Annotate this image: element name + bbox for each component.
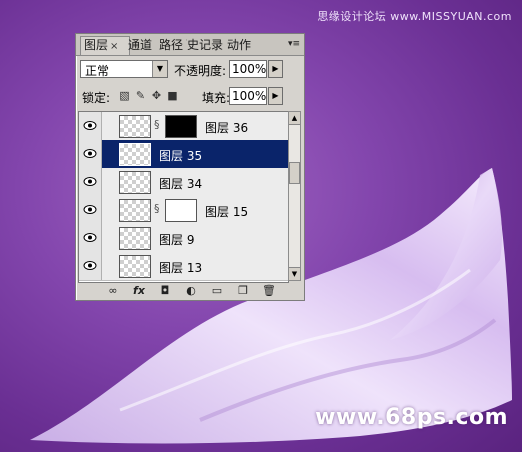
tab-layers-label: 图层 <box>84 38 109 52</box>
chain-link-icon[interactable]: § <box>154 118 160 131</box>
new-layer-icon[interactable]: ❐ <box>234 284 252 298</box>
layer-thumbnail <box>119 171 151 194</box>
brush-lock-icon[interactable]: ✎ <box>134 89 147 102</box>
eye-icon <box>83 121 97 130</box>
eye-icon <box>83 177 97 186</box>
opacity-label: 不透明度: <box>174 64 227 78</box>
tab-actions[interactable]: 动作 <box>224 37 262 55</box>
fill-arrow-icon[interactable]: ▶ <box>268 87 283 105</box>
layer-thumbnail <box>119 227 151 250</box>
layer-name: 图层 34 <box>159 177 203 191</box>
padlock-icon[interactable]: ■ <box>166 89 179 102</box>
tab-history-label: 历史记录 <box>186 38 223 52</box>
chain-link-icon[interactable]: § <box>154 202 160 215</box>
layer-name: 图层 13 <box>159 261 203 275</box>
group-folder-icon[interactable]: ▭ <box>208 284 226 298</box>
visibility-toggle[interactable] <box>79 112 102 140</box>
layer-name: 图层 9 <box>159 233 195 247</box>
layer-thumbnail <box>119 199 151 222</box>
layer-row[interactable]: § 图层 15 <box>79 196 288 225</box>
layer-row[interactable]: 图层 9 <box>79 224 288 253</box>
scroll-down-icon[interactable]: ▼ <box>289 267 300 280</box>
eye-icon <box>83 233 97 242</box>
visibility-toggle[interactable] <box>79 196 102 224</box>
layer-list-scrollbar[interactable]: ▲ ▼ <box>288 111 301 281</box>
transparency-lock-icon[interactable]: ▧ <box>118 89 131 102</box>
scroll-thumb[interactable] <box>289 162 300 184</box>
eye-icon <box>83 149 97 158</box>
lock-label: 锁定: <box>82 91 111 105</box>
opacity-arrow-icon[interactable]: ▶ <box>268 60 283 78</box>
visibility-toggle[interactable] <box>79 224 102 252</box>
tab-history[interactable]: 历史记录 <box>186 37 226 55</box>
chevron-down-icon: ▼ <box>152 61 167 77</box>
layer-name: 图层 36 <box>205 121 249 135</box>
watermark-top: 思缘设计论坛 www.MISSYUAN.com <box>317 10 512 23</box>
blend-mode-select[interactable]: 正常 ▼ <box>80 60 168 78</box>
layer-row-selected[interactable]: 图层 35 <box>79 140 288 169</box>
fill-label: 填充: <box>202 91 231 105</box>
layer-thumbnail <box>119 143 151 166</box>
link-icon[interactable]: ∞ <box>104 284 122 298</box>
layer-row[interactable]: § 图层 36 <box>79 112 288 141</box>
layers-panel: 图层× 通道 路径 历史记录 动作 ▾≡ 正常 ▼ 不透明度: 100% ▶ 锁… <box>75 33 305 301</box>
opacity-field[interactable]: 100% <box>229 60 267 78</box>
layer-list: § 图层 36 图层 35 图层 34 § 图层 15 图层 9 图层 13 <box>78 111 289 283</box>
tab-layers[interactable]: 图层 × <box>80 36 130 55</box>
visibility-toggle[interactable] <box>79 168 102 196</box>
layer-name: 图层 35 <box>159 149 203 163</box>
layer-row[interactable]: 图层 34 <box>79 168 288 197</box>
layer-thumbnail <box>119 115 151 138</box>
layer-row[interactable]: 图层 13 <box>79 252 288 281</box>
eye-icon <box>83 205 97 214</box>
watermark-site-url: www.68ps.com <box>315 405 508 430</box>
lock-row: 锁定: ▧ ✎ ✥ ■ 填充: 100% ▶ <box>76 84 304 108</box>
layer-mask-thumbnail[interactable] <box>165 199 197 222</box>
trash-icon[interactable]: 🗑 <box>260 284 278 298</box>
move-lock-icon[interactable]: ✥ <box>150 89 163 102</box>
add-mask-icon[interactable]: ◘ <box>156 284 174 298</box>
panel-menu-icon[interactable]: ▾≡ <box>287 39 301 49</box>
eye-icon <box>83 261 97 270</box>
fx-icon[interactable]: fx <box>130 284 148 298</box>
close-icon[interactable]: × <box>110 41 118 52</box>
panel-tab-bar: 图层× 通道 路径 历史记录 动作 ▾≡ <box>76 34 304 56</box>
visibility-toggle[interactable] <box>79 140 102 168</box>
blend-mode-value: 正常 <box>85 64 110 78</box>
visibility-toggle[interactable] <box>79 252 102 280</box>
adjustment-icon[interactable]: ◐ <box>182 284 200 298</box>
panel-bottom-toolbar: ∞ fx ◘ ◐ ▭ ❐ 🗑 <box>76 283 304 300</box>
fill-field[interactable]: 100% <box>229 87 267 105</box>
blend-row: 正常 ▼ 不透明度: 100% ▶ <box>76 58 304 82</box>
layer-mask-thumbnail[interactable] <box>165 115 197 138</box>
layer-thumbnail <box>119 255 151 278</box>
scroll-up-icon[interactable]: ▲ <box>289 112 300 125</box>
layer-name: 图层 15 <box>205 205 249 219</box>
